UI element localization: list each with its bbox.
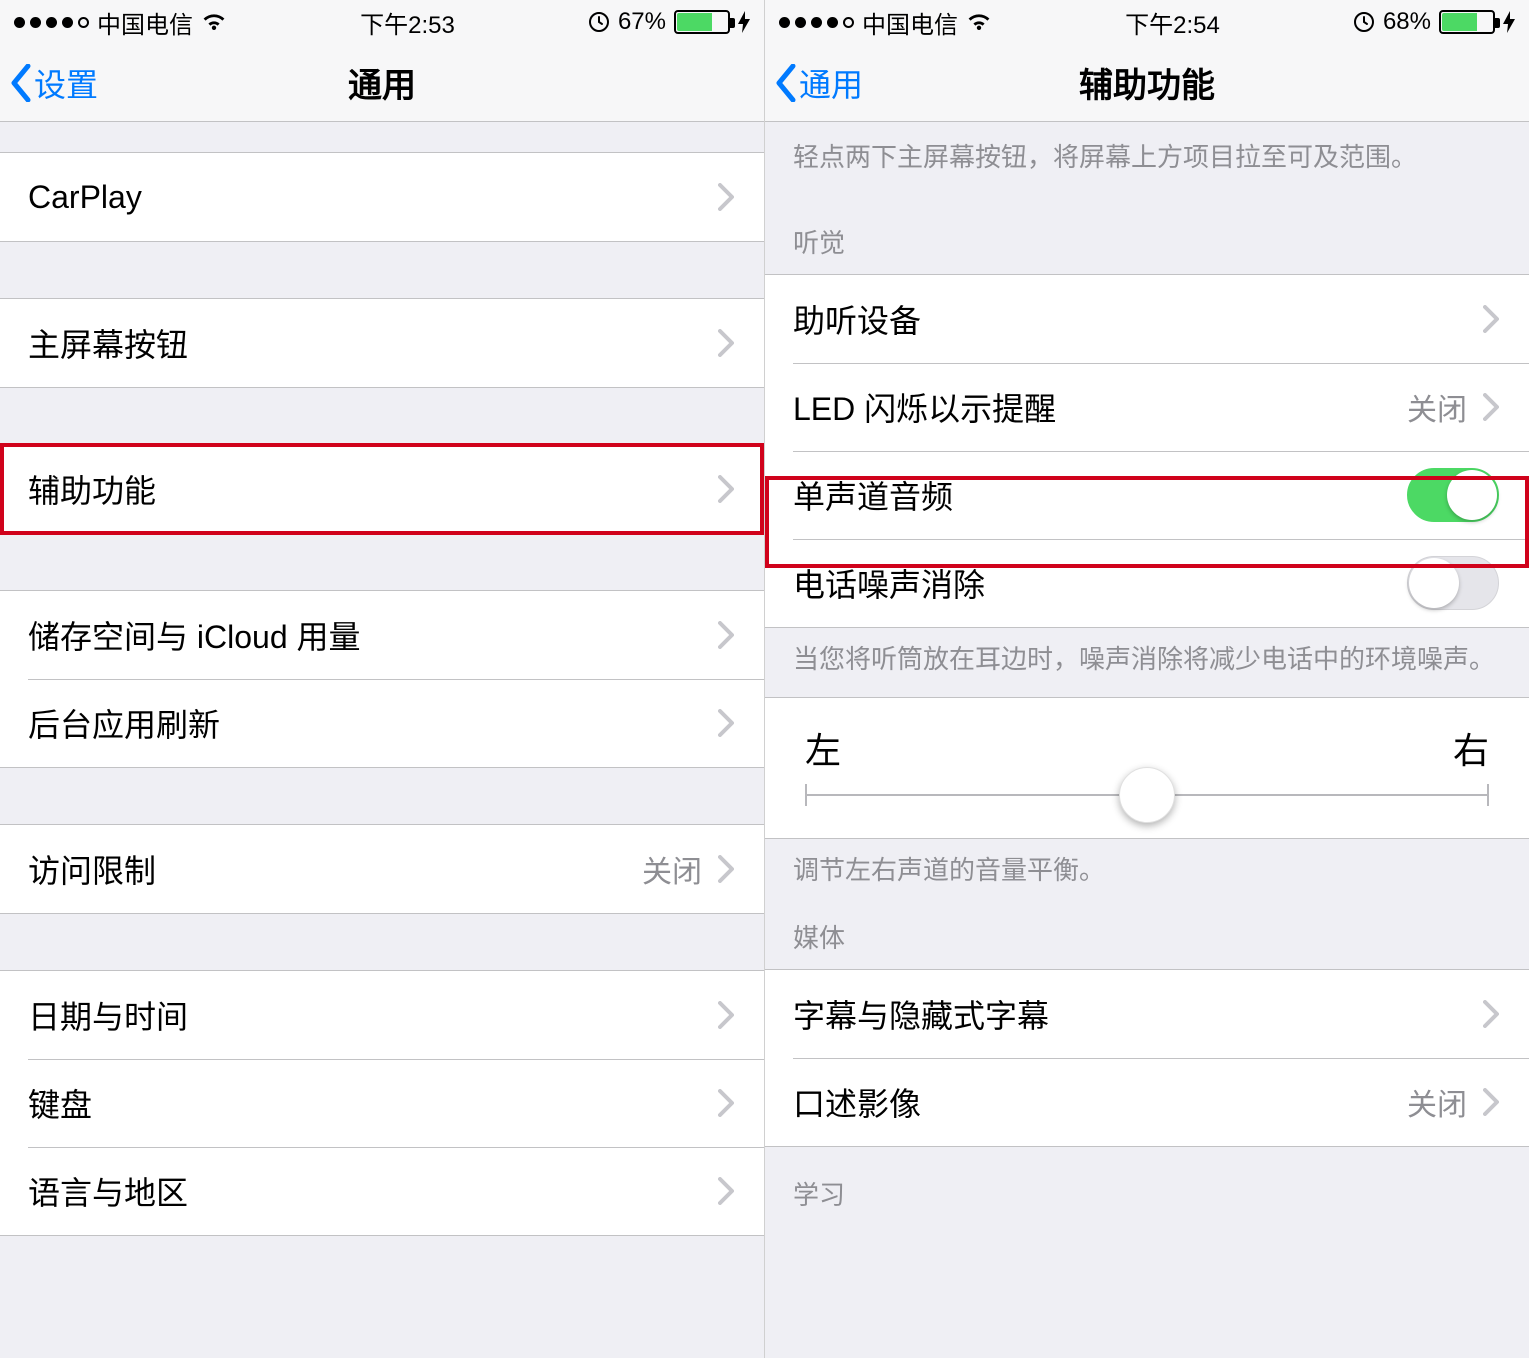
- row-carplay[interactable]: CarPlay: [0, 153, 764, 241]
- chevron-right-icon: [718, 855, 734, 883]
- phone-general: 中国电信 下午2:53 67% 设置 通用: [0, 0, 765, 1358]
- row-storage-icloud[interactable]: 储存空间与 iCloud 用量: [0, 591, 764, 679]
- row-subtitles[interactable]: 字幕与隐藏式字幕: [765, 970, 1529, 1058]
- row-label: 后台应用刷新: [28, 700, 718, 746]
- section-hearing: 听觉: [765, 195, 1529, 274]
- chevron-right-icon: [718, 329, 734, 357]
- rotation-lock-icon: [1353, 11, 1375, 33]
- row-restrictions[interactable]: 访问限制 关闭: [0, 825, 764, 913]
- row-value: 关闭: [1407, 1080, 1467, 1124]
- row-label: 语言与地区: [28, 1168, 718, 1214]
- row-value: 关闭: [642, 847, 702, 891]
- row-mono-audio[interactable]: 单声道音频: [765, 451, 1529, 539]
- chevron-right-icon: [1483, 1088, 1499, 1116]
- row-label: 日期与时间: [28, 992, 718, 1038]
- noise-cancel-note: 当您将听筒放在耳边时，噪声消除将减少电话中的环境噪声。: [765, 628, 1529, 697]
- nav-title: 通用: [0, 58, 764, 107]
- row-label: 储存空间与 iCloud 用量: [28, 612, 718, 658]
- chevron-right-icon: [718, 709, 734, 737]
- balance-slider-container: 左 右: [765, 698, 1529, 838]
- chevron-right-icon: [1483, 1000, 1499, 1028]
- row-label: 访问限制: [28, 846, 642, 892]
- charging-bolt-icon: [738, 11, 750, 33]
- status-bar: 中国电信 下午2:53 67%: [0, 0, 764, 44]
- rotation-lock-icon: [588, 11, 610, 33]
- row-label: LED 闪烁以示提醒: [793, 384, 1407, 430]
- chevron-right-icon: [718, 621, 734, 649]
- row-keyboard[interactable]: 键盘: [0, 1059, 764, 1147]
- slider-knob[interactable]: [1119, 767, 1175, 823]
- chevron-right-icon: [718, 183, 734, 211]
- back-label: 设置: [34, 60, 98, 106]
- row-label: 字幕与隐藏式字幕: [793, 991, 1483, 1037]
- row-label: 键盘: [28, 1080, 718, 1126]
- nav-title: 辅助功能: [765, 58, 1529, 107]
- slider-right-label: 右: [1453, 722, 1489, 774]
- signal-dots-icon: [779, 17, 854, 28]
- chevron-right-icon: [718, 1177, 734, 1205]
- row-value: 关闭: [1407, 385, 1467, 429]
- row-language-region[interactable]: 语言与地区: [0, 1147, 764, 1235]
- back-label: 通用: [799, 60, 863, 106]
- chevron-right-icon: [718, 1001, 734, 1029]
- battery-pct: 68%: [1383, 8, 1431, 36]
- row-label: 电话噪声消除: [793, 560, 1407, 606]
- nav-bar: 通用 辅助功能: [765, 44, 1529, 122]
- phone-accessibility: 中国电信 下午2:54 68% 通用 辅助: [765, 0, 1529, 1358]
- battery-pct: 67%: [618, 8, 666, 36]
- row-led-flash[interactable]: LED 闪烁以示提醒 关闭: [765, 363, 1529, 451]
- section-learning: 学习: [765, 1147, 1529, 1226]
- balance-slider[interactable]: [805, 794, 1489, 796]
- balance-note: 调节左右声道的音量平衡。: [765, 839, 1529, 908]
- battery-icon: [1439, 10, 1495, 34]
- row-label: 辅助功能: [28, 466, 718, 512]
- chevron-right-icon: [718, 1089, 734, 1117]
- reachability-note: 轻点两下主屏幕按钮，将屏幕上方项目拉至可及范围。: [765, 122, 1529, 195]
- signal-dots-icon: [14, 17, 89, 28]
- back-button[interactable]: 通用: [765, 60, 863, 106]
- row-label: 单声道音频: [793, 472, 1407, 518]
- row-audio-description[interactable]: 口述影像 关闭: [765, 1058, 1529, 1146]
- carrier-label: 中国电信: [97, 5, 193, 40]
- chevron-right-icon: [1483, 305, 1499, 333]
- row-label: CarPlay: [28, 179, 718, 216]
- nav-bar: 设置 通用: [0, 44, 764, 122]
- chevron-right-icon: [718, 475, 734, 503]
- row-label: 助听设备: [793, 296, 1483, 342]
- wifi-icon: [966, 12, 992, 32]
- row-label: 口述影像: [793, 1079, 1407, 1125]
- carrier-label: 中国电信: [862, 5, 958, 40]
- battery-icon: [674, 10, 730, 34]
- row-date-time[interactable]: 日期与时间: [0, 971, 764, 1059]
- wifi-icon: [201, 12, 227, 32]
- row-bg-refresh[interactable]: 后台应用刷新: [0, 679, 764, 767]
- row-accessibility[interactable]: 辅助功能: [0, 445, 764, 533]
- status-time: 下午2:53: [360, 5, 455, 40]
- status-time: 下午2:54: [1125, 5, 1220, 40]
- row-home-button[interactable]: 主屏幕按钮: [0, 299, 764, 387]
- slider-left-label: 左: [805, 722, 841, 774]
- back-button[interactable]: 设置: [0, 60, 98, 106]
- charging-bolt-icon: [1503, 11, 1515, 33]
- row-label: 主屏幕按钮: [28, 320, 718, 366]
- mono-audio-toggle[interactable]: [1407, 468, 1499, 522]
- chevron-right-icon: [1483, 393, 1499, 421]
- noise-cancel-toggle[interactable]: [1407, 556, 1499, 610]
- status-bar: 中国电信 下午2:54 68%: [765, 0, 1529, 44]
- row-hearing-devices[interactable]: 助听设备: [765, 275, 1529, 363]
- row-noise-cancel[interactable]: 电话噪声消除: [765, 539, 1529, 627]
- section-media: 媒体: [765, 908, 1529, 969]
